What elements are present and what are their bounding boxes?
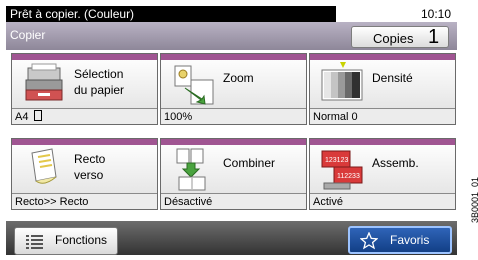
tile-value: Normal 0 (310, 108, 455, 124)
tile-label-line2: du papier (74, 83, 125, 97)
tile-label: Densité (372, 71, 413, 85)
tile-label: Recto (74, 152, 106, 166)
tile-face: Densité (310, 60, 455, 108)
copies-label: Copies (373, 31, 414, 46)
duplex-icon (31, 148, 57, 184)
collate-icon: 123123 112233 (321, 150, 363, 190)
status-bar: Prêt à copier. (Couleur) 10:10 (6, 6, 457, 22)
function-grid: Sélection du papier A4 Zoom 100% Densité… (6, 50, 457, 221)
tile-value: Désactivé (161, 193, 306, 209)
tile-value: 100% (161, 108, 306, 124)
tile-value-text: A4 (15, 111, 29, 123)
tile-label: Assemb. (372, 156, 419, 170)
tile-duplex[interactable]: Recto verso Recto>> Recto (11, 138, 158, 210)
tile-density[interactable]: Densité Normal 0 (309, 53, 456, 125)
page-title: Copier (10, 28, 46, 42)
combine-icon (176, 148, 206, 191)
tile-label: Sélection (74, 67, 124, 81)
paper-tray-icon (25, 63, 63, 101)
copy-screen: Prêt à copier. (Couleur) 10:10 Copier Co… (6, 6, 457, 255)
portrait-orientation-icon (33, 110, 42, 121)
status-time: 10:10 (420, 7, 451, 21)
tile-value: Recto>> Recto (12, 193, 157, 209)
tile-zoom[interactable]: Zoom 100% (160, 53, 307, 125)
tile-label-line2: verso (74, 168, 104, 182)
tile-label: Combiner (223, 156, 276, 170)
favorites-label: Favoris (390, 233, 430, 247)
image-reference-code: 3B0001_01 (470, 176, 478, 223)
collate-page-label: 123123 (325, 157, 348, 164)
copies-count: 1 (428, 26, 440, 48)
functions-button[interactable]: Fonctions (14, 227, 118, 255)
tile-face: 123123 112233 Assemb. (310, 145, 455, 193)
collate-page-label: 112233 (337, 173, 360, 180)
functions-label: Fonctions (55, 233, 108, 247)
star-icon (360, 232, 378, 250)
tile-combine[interactable]: Combiner Désactivé (160, 138, 307, 210)
bottom-bar: Fonctions Favoris (6, 221, 457, 255)
tile-face: Zoom (161, 60, 306, 108)
tile-face: Combiner (161, 145, 306, 193)
zoom-icon (174, 65, 214, 105)
favorites-button[interactable]: Favoris (348, 226, 452, 254)
density-icon (321, 62, 363, 101)
tile-value: A4 (12, 108, 157, 124)
tile-face: Recto verso (12, 145, 157, 193)
status-message: Prêt à copier. (Couleur) (10, 7, 135, 21)
tile-value: Activé (310, 193, 455, 209)
header-bar: Copier Copies 1 (6, 22, 457, 50)
tile-paper-selection[interactable]: Sélection du papier A4 (11, 53, 158, 125)
tile-face: Sélection du papier (12, 60, 157, 108)
tile-label: Zoom (223, 71, 254, 85)
tile-collate[interactable]: 123123 112233 Assemb. Activé (309, 138, 456, 210)
list-icon (26, 235, 43, 249)
copies-button[interactable]: Copies 1 (351, 26, 449, 48)
